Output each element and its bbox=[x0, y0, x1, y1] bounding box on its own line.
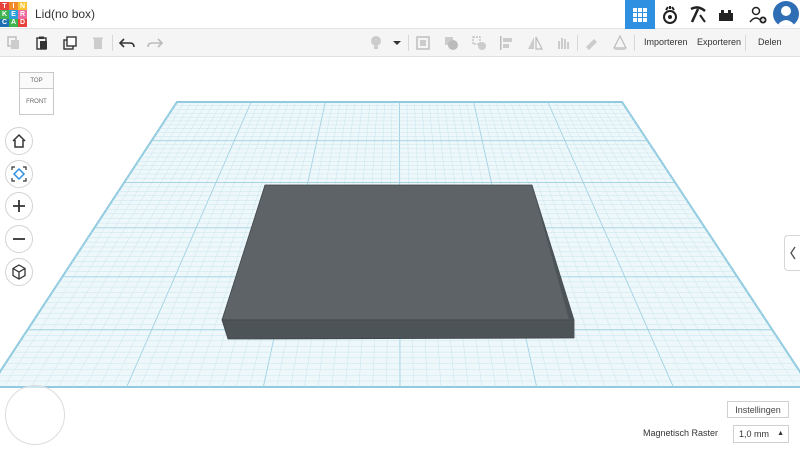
export-button[interactable]: Exporteren bbox=[697, 37, 741, 47]
logo-letter: I bbox=[9, 2, 18, 11]
settings-button[interactable]: Instellingen bbox=[727, 401, 789, 418]
notes-button[interactable] bbox=[582, 33, 602, 53]
hand-icon bbox=[558, 38, 569, 49]
paste-button[interactable] bbox=[32, 33, 52, 53]
toolbar-divider bbox=[745, 35, 746, 51]
workplane-button[interactable] bbox=[413, 33, 433, 53]
ruler-icon bbox=[613, 35, 627, 50]
invite-user-button[interactable] bbox=[744, 0, 772, 29]
view-cube[interactable]: TOP FRONT bbox=[16, 71, 56, 121]
shapes-panel-toggle[interactable] bbox=[784, 235, 800, 271]
logo-letter: R bbox=[18, 10, 27, 19]
view-cube-top-face[interactable]: TOP bbox=[19, 72, 54, 89]
ruler-button[interactable] bbox=[610, 33, 630, 53]
codeblocks-button[interactable] bbox=[656, 0, 684, 29]
minecraft-button[interactable] bbox=[684, 0, 712, 29]
design-title[interactable]: Lid(no box) bbox=[35, 7, 95, 21]
minus-icon bbox=[13, 238, 25, 240]
redo-icon bbox=[147, 38, 163, 48]
light-bulb-icon bbox=[371, 36, 381, 49]
logo-letter: D bbox=[18, 18, 27, 27]
visibility-dropdown[interactable] bbox=[390, 33, 404, 53]
cruise-button[interactable] bbox=[553, 33, 573, 53]
toolbar-divider bbox=[408, 35, 409, 51]
mirror-button[interactable] bbox=[525, 33, 545, 53]
view-cube-front-face[interactable]: FRONT bbox=[19, 89, 54, 115]
user-icon bbox=[776, 6, 796, 27]
duplicate-icon bbox=[63, 36, 77, 50]
toolbar-divider bbox=[634, 35, 635, 51]
user-avatar[interactable] bbox=[773, 1, 799, 27]
snap-grid-value: 1,0 mm bbox=[739, 429, 770, 439]
trash-icon bbox=[93, 37, 103, 49]
snap-grid-label: Magnetisch Raster bbox=[643, 428, 719, 438]
chevron-down-icon bbox=[393, 41, 401, 45]
undo-button[interactable] bbox=[117, 33, 137, 53]
logo-letter: E bbox=[9, 10, 18, 19]
pickaxe-icon bbox=[690, 5, 706, 23]
ungroup-icon bbox=[472, 36, 486, 50]
workplane-scene[interactable] bbox=[0, 57, 800, 450]
selected-shape-lid[interactable] bbox=[221, 184, 575, 340]
cube-icon bbox=[12, 264, 26, 280]
logo-letter: A bbox=[9, 18, 18, 27]
toolbar-divider bbox=[577, 35, 578, 51]
home-view-button[interactable] bbox=[5, 127, 33, 155]
ungroup-button[interactable] bbox=[469, 33, 489, 53]
snap-grid-select[interactable]: 1,0 mm ▲ bbox=[733, 425, 789, 443]
home-icon bbox=[12, 133, 26, 148]
annotate-icon bbox=[586, 39, 597, 50]
shape-front-face[interactable] bbox=[221, 319, 575, 340]
chevron-down-icon: ▲ bbox=[777, 430, 784, 437]
zoom-in-button[interactable] bbox=[5, 192, 33, 220]
tinkercad-app: TINKERCAD Lid(no box) Importeren Exporte… bbox=[0, 0, 800, 450]
undo-icon bbox=[119, 38, 135, 48]
mirror-icon bbox=[528, 36, 543, 50]
logo-letter: N bbox=[18, 2, 27, 11]
redo-button[interactable] bbox=[145, 33, 165, 53]
copy-icon bbox=[7, 36, 19, 49]
logo-letter: T bbox=[0, 2, 9, 11]
zoom-out-button[interactable] bbox=[5, 225, 33, 253]
group-button[interactable] bbox=[441, 33, 461, 53]
projection-toggle-button[interactable] bbox=[5, 258, 33, 286]
3d-design-view-button[interactable] bbox=[625, 0, 655, 29]
logo-letter: K bbox=[0, 10, 9, 19]
group-icon bbox=[445, 37, 458, 50]
paste-icon bbox=[36, 36, 47, 50]
duplicate-button[interactable] bbox=[60, 33, 80, 53]
edit-toolbar: Importeren Exporteren Delen bbox=[0, 29, 800, 57]
toolbar-divider bbox=[112, 35, 113, 51]
logo-letter: C bbox=[0, 18, 9, 27]
copy-button[interactable] bbox=[4, 33, 24, 53]
lego-bricks-button[interactable] bbox=[712, 0, 740, 29]
gears-icon bbox=[663, 5, 677, 24]
orbit-joystick[interactable] bbox=[5, 385, 65, 445]
align-icon bbox=[500, 36, 512, 50]
align-button[interactable] bbox=[497, 33, 517, 53]
delete-button[interactable] bbox=[88, 33, 108, 53]
add-user-icon bbox=[749, 6, 767, 23]
shape-top-face[interactable] bbox=[221, 184, 575, 321]
light-bulb-button[interactable] bbox=[366, 33, 386, 53]
plus-icon bbox=[13, 200, 25, 212]
tinkercad-logo[interactable]: TINKERCAD bbox=[0, 2, 27, 27]
top-bar: TINKERCAD Lid(no box) bbox=[0, 0, 800, 29]
import-button[interactable]: Importeren bbox=[644, 37, 688, 47]
3d-viewport[interactable] bbox=[0, 57, 800, 450]
fit-view-icon bbox=[11, 166, 27, 182]
brick-icon bbox=[719, 9, 733, 21]
chevron-left-icon bbox=[789, 246, 796, 260]
note-icon bbox=[416, 36, 430, 50]
fit-view-button[interactable] bbox=[5, 160, 33, 188]
grid-view-icon bbox=[633, 7, 647, 22]
share-button[interactable]: Delen bbox=[758, 37, 782, 47]
